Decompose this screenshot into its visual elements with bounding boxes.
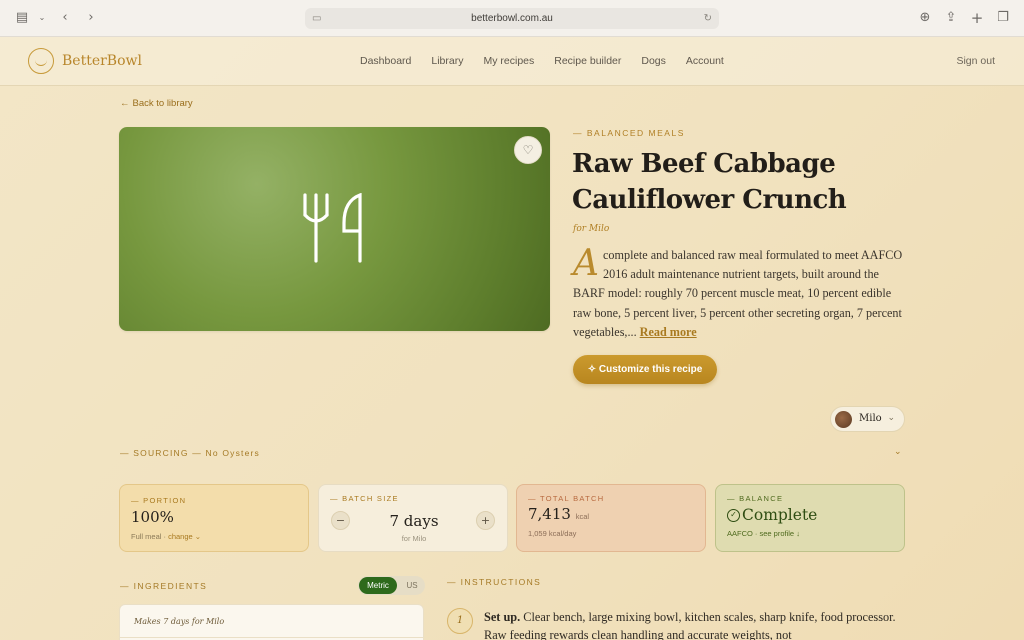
app-header: BetterBowl Dashboard Library My recipes …	[0, 37, 1024, 86]
total-batch-card: — TOTAL BATCH 7,413 kcal 1,059 kcal/day	[516, 484, 706, 552]
brand-logo[interactable]: BetterBowl	[28, 47, 142, 75]
balance-value: Complete	[742, 506, 818, 524]
instructions-heading: — INSTRUCTIONS	[447, 577, 542, 587]
url-text: betterbowl.com.au	[471, 13, 553, 24]
main-nav: Dashboard Library My recipes Recipe buil…	[360, 55, 724, 67]
unit-toggle: Metric US	[358, 576, 425, 595]
reader-icon[interactable]: ▭	[312, 8, 321, 29]
back-label: Back to library	[132, 98, 193, 109]
customize-recipe-button[interactable]: ✧ Customize this recipe	[573, 355, 717, 384]
change-portion-link[interactable]: change ⌄	[168, 532, 201, 541]
back-to-library-link[interactable]: ← Back to library	[120, 98, 193, 109]
favorite-button[interactable]: ♡	[514, 136, 542, 164]
sparkle-icon: ✧	[587, 364, 597, 375]
total-label: — TOTAL BATCH	[528, 494, 605, 503]
recipe-description: Acomplete and balanced raw meal formulat…	[573, 246, 907, 342]
check-circle-icon: ✓	[727, 509, 740, 522]
chevron-down-icon: ⌄	[887, 413, 895, 423]
balance-card: — BALANCE ✓ Complete AAFCO · see profile…	[715, 484, 905, 552]
portion-value: 100%	[131, 508, 174, 526]
see-profile-link[interactable]: AAFCO · see profile ↓	[727, 529, 800, 538]
brand-name: BetterBowl	[62, 53, 142, 69]
makes-note: Makes 7 days for Milo	[134, 617, 225, 626]
dog-selector[interactable]: Milo ⌄	[830, 406, 905, 432]
share-icon[interactable]: ⇪	[943, 10, 959, 26]
nav-library[interactable]: Library	[431, 55, 463, 67]
tab-overview-icon[interactable]: ❐	[995, 10, 1011, 26]
heart-icon: ♡	[522, 143, 534, 157]
nav-recipe-builder[interactable]: Recipe builder	[554, 55, 621, 67]
bowl-logo-icon	[28, 48, 54, 74]
reload-icon[interactable]: ↻	[704, 8, 712, 29]
new-tab-icon[interactable]: +	[969, 10, 985, 26]
portion-sub: Full meal · change ⌄	[131, 532, 201, 541]
chevron-down-icon[interactable]: ⌄	[894, 447, 902, 457]
unit-us-option[interactable]: US	[400, 577, 424, 594]
nav-account[interactable]: Account	[686, 55, 724, 67]
dog-avatar	[835, 411, 852, 428]
recipe-hero-image: ♡	[119, 127, 550, 331]
recipe-title: Raw Beef Cabbage Cauliflower Crunch	[572, 149, 847, 215]
batch-label: — BATCH SIZE	[330, 494, 399, 503]
arrow-left-icon: ←	[120, 98, 130, 109]
utensils-icon	[303, 193, 362, 263]
customize-label: Customize this recipe	[598, 364, 703, 375]
nav-dogs[interactable]: Dogs	[641, 55, 666, 67]
dog-name: Milo	[859, 413, 882, 424]
sourcing-section-toggle[interactable]: — SOURCING — No Oysters	[120, 448, 260, 458]
step-title: Set up.	[484, 610, 521, 624]
sidebar-toggle-icon[interactable]: ▤	[14, 10, 30, 26]
divider	[120, 637, 423, 638]
sign-out-link[interactable]: Sign out	[956, 55, 995, 67]
chevron-down-icon[interactable]: ⌄	[34, 10, 50, 26]
total-value-wrap: 7,413 kcal	[528, 505, 589, 523]
nav-my-recipes[interactable]: My recipes	[483, 55, 534, 67]
browser-toolbar: ▤ ⌄ ‹ › ▭ betterbowl.com.au ↻ ⊕ ⇪ + ❐	[0, 0, 1024, 37]
portion-card: — PORTION 100% Full meal · change ⌄	[119, 484, 309, 552]
back-arrow-icon[interactable]: ‹	[57, 10, 73, 26]
step-body: Clear bench, large mixing bowl, kitchen …	[484, 610, 896, 640]
forward-arrow-icon[interactable]: ›	[83, 10, 99, 26]
total-value: 7,413	[528, 505, 571, 523]
address-bar[interactable]: ▭ betterbowl.com.au ↻	[305, 8, 719, 29]
portion-sub-text: Full meal ·	[131, 532, 169, 541]
balance-label: — BALANCE	[727, 494, 784, 503]
nav-dashboard[interactable]: Dashboard	[360, 55, 411, 67]
drop-cap: A	[573, 243, 599, 284]
recipe-category: — BALANCED MEALS	[573, 128, 685, 138]
total-unit: kcal	[575, 512, 590, 521]
batch-size-card: — BATCH SIZE − 7 days + for Milo	[318, 484, 508, 552]
recipe-for-dog: for Milo	[573, 224, 610, 234]
download-icon[interactable]: ⊕	[917, 10, 933, 26]
total-sub: 1,059 kcal/day	[528, 529, 577, 538]
unit-metric-option[interactable]: Metric	[359, 577, 397, 594]
step-number: 1	[447, 608, 473, 634]
description-text: complete and balanced raw meal formulate…	[573, 248, 903, 339]
ingredients-panel: Makes 7 days for Milo	[119, 604, 424, 640]
read-more-link[interactable]: Read more	[640, 325, 697, 339]
ingredients-heading: — INGREDIENTS	[120, 581, 208, 591]
increase-batch-button[interactable]: +	[476, 511, 495, 530]
step-text: Set up. Clear bench, large mixing bowl, …	[484, 608, 904, 640]
batch-sub: for Milo	[401, 534, 427, 543]
portion-label: — PORTION	[131, 496, 187, 505]
